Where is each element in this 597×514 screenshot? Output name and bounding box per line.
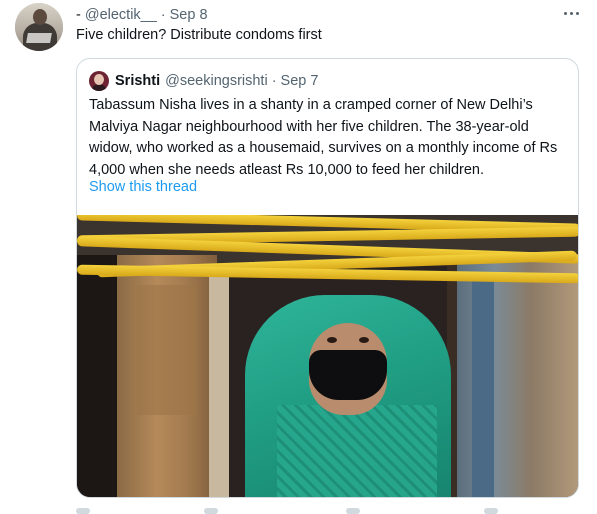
quoted-header-separator: · — [271, 73, 277, 89]
reply-icon[interactable] — [76, 508, 90, 514]
quoted-tweet-text: Tabassum Nisha lives in a shanty in a cr… — [89, 97, 558, 178]
more-options-icon[interactable] — [560, 5, 582, 21]
tweet-date[interactable]: Sep 8 — [170, 7, 208, 23]
quoted-tweet-date[interactable]: Sep 7 — [281, 73, 319, 89]
tweet-text: Five children? Distribute condoms first — [76, 27, 322, 43]
tweet-photo[interactable] — [77, 215, 578, 497]
quoted-author-avatar[interactable] — [89, 71, 109, 91]
tweet[interactable]: - @electik__ · Sep 8 Five children? Dist… — [0, 0, 597, 514]
quoted-tweet[interactable]: Srishti @seekingsrishti · Sep 7 Tabassum… — [76, 58, 579, 498]
quoted-author-display-name[interactable]: Srishti — [115, 73, 160, 89]
action-bar — [76, 506, 498, 514]
quoted-tweet-header: Srishti @seekingsrishti · Sep 7 — [115, 71, 318, 91]
header-separator: · — [160, 7, 166, 23]
like-icon[interactable] — [346, 508, 360, 514]
tweet-header: - @electik__ · Sep 8 — [76, 6, 208, 24]
quoted-author-handle[interactable]: @seekingsrishti — [165, 73, 268, 89]
share-icon[interactable] — [484, 508, 498, 514]
show-thread-link[interactable]: Show this thread — [89, 179, 197, 195]
retweet-icon[interactable] — [204, 508, 218, 514]
author-avatar[interactable] — [15, 3, 63, 51]
author-handle[interactable]: @electik__ — [85, 7, 157, 23]
author-display-name[interactable]: - — [76, 7, 81, 23]
